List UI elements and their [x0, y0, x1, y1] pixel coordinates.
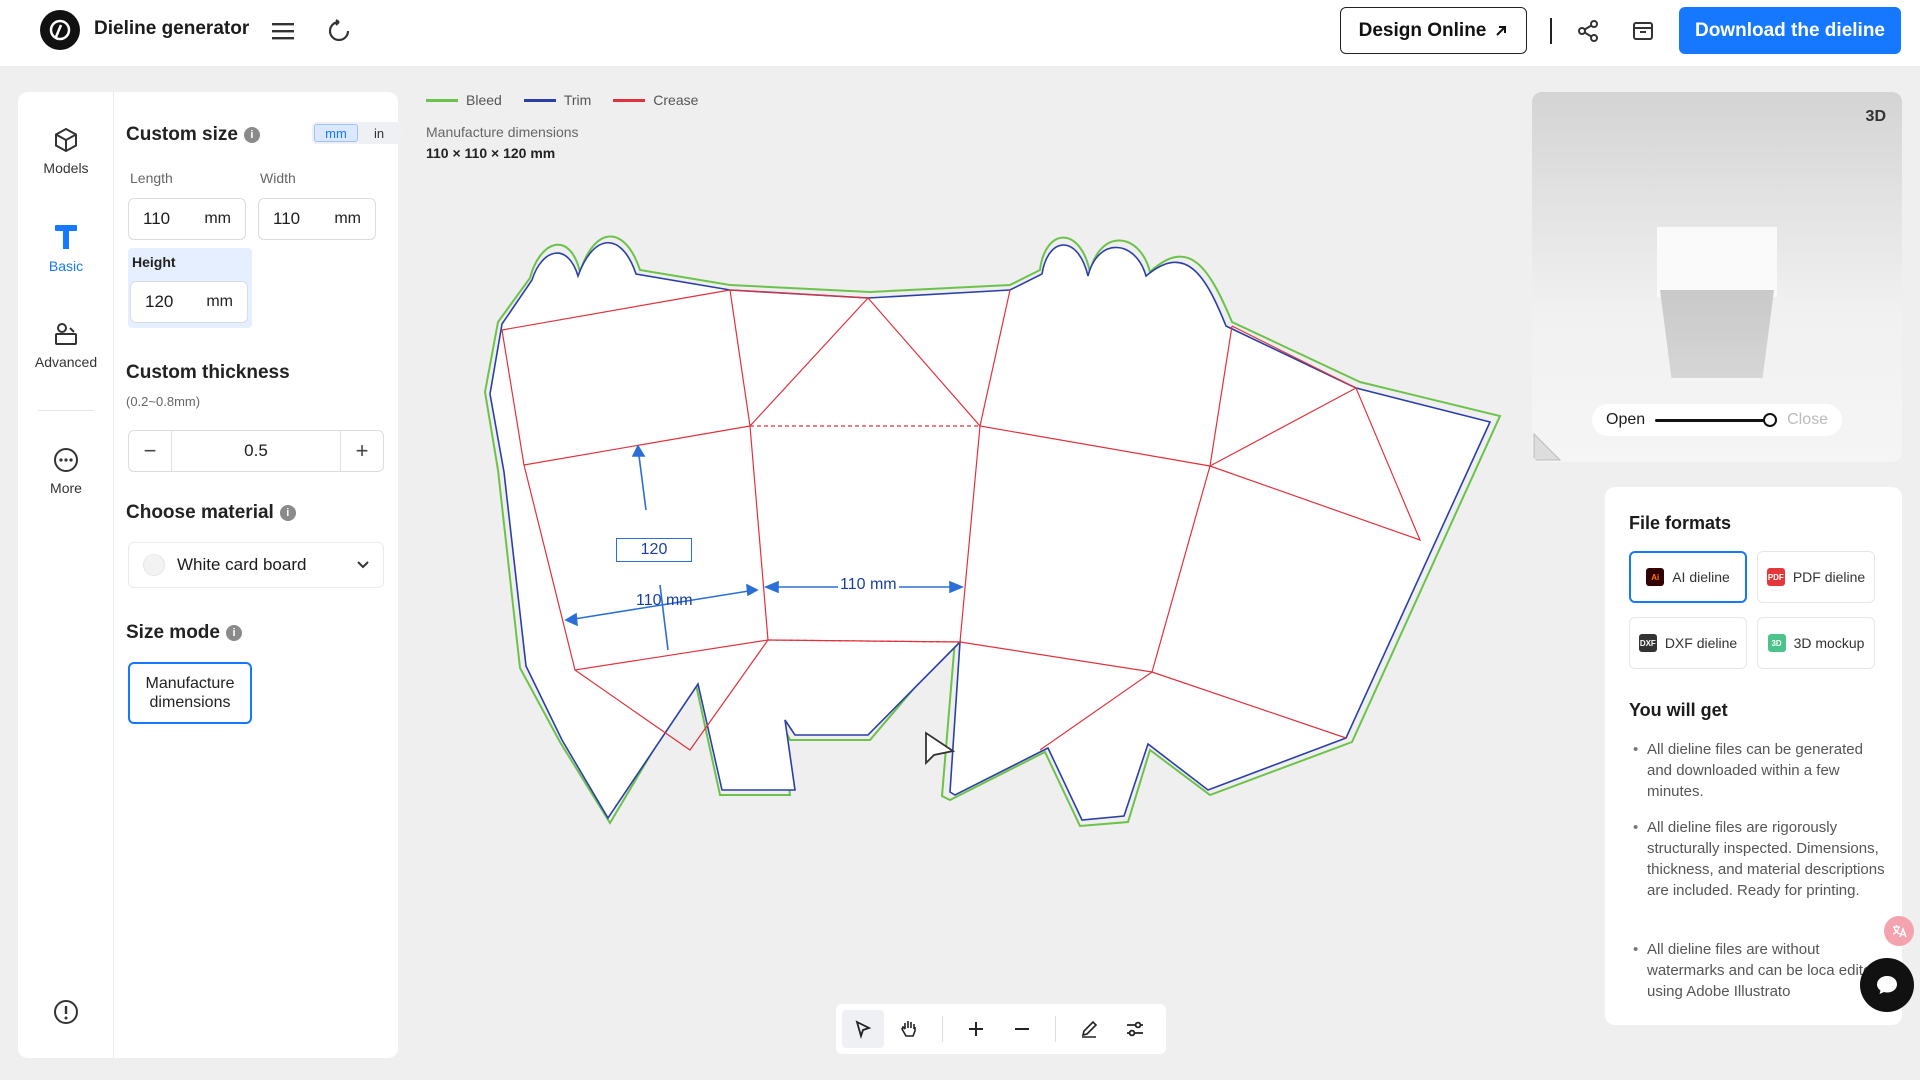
width-dimension-label: 110 mm — [838, 576, 899, 594]
pdf-file-icon: PDF — [1766, 568, 1785, 586]
3d-preview[interactable]: 3D Open Close — [1532, 92, 1902, 462]
you-will-get-title: You will get — [1629, 700, 1728, 720]
plus-icon — [969, 1022, 983, 1036]
length-dimension-label: 110 mm — [636, 592, 693, 609]
file-formats-title: File formats — [1629, 513, 1732, 533]
pan-tool-button[interactable] — [888, 1010, 930, 1048]
select-tool-button[interactable] — [842, 1010, 884, 1048]
toolbar-divider — [1055, 1016, 1056, 1042]
format-pdf-dieline[interactable]: PDF PDF dieline — [1757, 551, 1875, 603]
minus-icon — [1015, 1028, 1029, 1030]
format-label: AI dieline — [1672, 569, 1730, 585]
file-formats-card: File formats Ai AI dieline PDF PDF dieli… — [1605, 487, 1902, 1025]
canvas-toolbar — [836, 1004, 1166, 1054]
open-label: Open — [1606, 411, 1646, 428]
format-dxf-dieline[interactable]: DXF DXF dieline — [1629, 617, 1747, 669]
dxf-file-icon: DXF — [1638, 634, 1657, 652]
mockup-file-icon: 3D — [1767, 634, 1786, 652]
mouse-pointer-icon — [925, 731, 956, 766]
benefit-item: All dieline files are rigorously structu… — [1633, 817, 1885, 901]
chat-bubble-icon — [1877, 976, 1897, 994]
trim-outline — [489, 242, 1492, 821]
adjust-settings-button[interactable] — [1114, 1010, 1156, 1048]
close-label: Close — [1787, 411, 1828, 428]
3d-view-toggle[interactable]: 3D — [1866, 108, 1886, 126]
translate-icon — [1892, 925, 1907, 938]
edit-tool-button[interactable] — [1068, 1010, 1110, 1048]
format-ai-dieline[interactable]: Ai AI dieline — [1629, 551, 1747, 603]
pencil-icon — [1081, 1020, 1098, 1038]
open-close-knob[interactable] — [1763, 412, 1778, 427]
format-label: DXF dieline — [1664, 635, 1738, 651]
benefit-item: All dieline files are without watermarks… — [1633, 939, 1885, 1002]
sliders-icon — [1127, 1021, 1143, 1037]
format-label: 3D mockup — [1793, 635, 1865, 651]
height-dimension-label[interactable]: 120 — [616, 538, 692, 562]
ai-file-icon: Ai — [1646, 568, 1665, 586]
zoom-out-button[interactable] — [1001, 1010, 1043, 1048]
zoom-in-button[interactable] — [955, 1010, 997, 1048]
benefit-item: All dieline files can be generated and d… — [1633, 739, 1885, 802]
open-close-track[interactable] — [1655, 412, 1778, 427]
translate-button[interactable] — [1884, 916, 1914, 946]
format-3d-mockup[interactable]: 3D 3D mockup — [1757, 617, 1875, 669]
chat-support-button[interactable] — [1860, 958, 1914, 1012]
toolbar-divider — [942, 1016, 943, 1042]
resize-corner-icon[interactable] — [1532, 432, 1562, 462]
box-preview-body — [1660, 290, 1774, 378]
hand-icon — [901, 1021, 916, 1037]
open-close-slider[interactable]: Open Close — [1592, 404, 1842, 436]
format-label: PDF dieline — [1792, 569, 1866, 585]
cursor-icon — [855, 1020, 872, 1039]
box-preview-top — [1657, 227, 1777, 297]
